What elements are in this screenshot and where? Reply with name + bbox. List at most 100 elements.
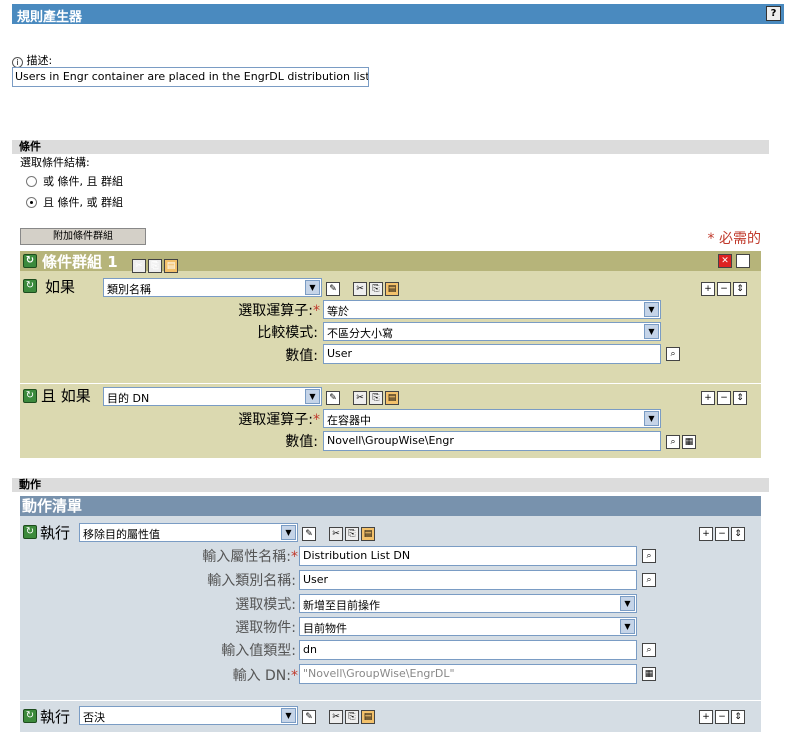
condition-structure-label: 選取條件結構: <box>20 156 90 169</box>
radio-label: 或 條件, 且 群組 <box>43 175 123 188</box>
radio-label: 且 條件, 或 群組 <box>43 196 123 209</box>
remove-icon[interactable]: − <box>715 527 729 541</box>
radio-or-conditions[interactable]: 或 條件, 且 群組 <box>26 173 123 189</box>
dn-input[interactable]: "Novell\GroupWise\EngrDL" <box>299 664 637 684</box>
search-icon[interactable]: ⌕ <box>666 347 680 361</box>
copy-icon[interactable]: ⎘ <box>345 527 359 541</box>
dn-label: 輸入 DN:* <box>232 668 298 684</box>
attribute-name-label: 輸入屬性名稱:* <box>202 549 298 565</box>
class-name-label: 輸入類別名稱: <box>207 573 296 589</box>
cut-icon[interactable]: ✂ <box>329 527 343 541</box>
paste-icon[interactable]: ▤ <box>361 527 375 541</box>
add-icon[interactable]: + <box>701 282 715 296</box>
move-updown-icon[interactable]: ⇕ <box>733 391 747 405</box>
cut-icon[interactable]: ✂ <box>329 710 343 724</box>
search-icon[interactable]: ⌕ <box>642 549 656 563</box>
chevron-down-icon: ▼ <box>644 302 659 317</box>
paste-icon[interactable]: ▤ <box>361 710 375 724</box>
search-icon[interactable]: ⌕ <box>642 643 656 657</box>
refresh-icon[interactable]: ↻ <box>23 279 37 293</box>
chevron-down-icon: ▼ <box>305 389 320 404</box>
chevron-down-icon: ▼ <box>620 596 635 611</box>
page-title: 規則產生器 <box>17 10 83 25</box>
mode-label: 選取模式: <box>235 597 296 613</box>
value-type-input[interactable]: dn <box>299 640 637 660</box>
cut-icon[interactable]: ✂ <box>353 391 367 405</box>
value-label: 數值: <box>285 434 318 450</box>
add-icon[interactable]: + <box>699 710 713 724</box>
radio-button-selected[interactable] <box>26 197 37 208</box>
value-label: 數值: <box>285 348 318 364</box>
action-keyword: 執行 <box>40 708 71 726</box>
compare-mode-label: 比較模式: <box>257 325 318 341</box>
cut-icon[interactable]: ✂ <box>353 282 367 296</box>
divider <box>20 700 761 701</box>
refresh-icon[interactable]: ↻ <box>23 709 37 723</box>
value-input[interactable]: Novell\GroupWise\Engr <box>323 431 661 451</box>
append-condition-group-button[interactable]: 附加條件群組 <box>20 228 146 245</box>
action-selector[interactable]: 移除目的屬性值 ▼ <box>79 523 298 542</box>
class-name-input[interactable]: User <box>299 570 637 590</box>
cut-icon[interactable]: ✂ <box>132 259 146 273</box>
action-selector[interactable]: 否決 ▼ <box>79 706 298 725</box>
chevron-down-icon: ▼ <box>644 411 659 426</box>
move-updown-icon[interactable]: ⇕ <box>736 254 750 268</box>
refresh-icon[interactable]: ↻ <box>23 525 37 539</box>
add-icon[interactable]: + <box>701 391 715 405</box>
paste-icon[interactable]: ▤ <box>164 259 178 273</box>
remove-icon[interactable]: − <box>717 391 731 405</box>
move-updown-icon[interactable]: ⇕ <box>731 710 745 724</box>
edit-icon[interactable]: ✎ <box>302 527 316 541</box>
action-keyword: 執行 <box>40 524 71 542</box>
paste-icon[interactable]: ▤ <box>385 282 399 296</box>
operator-select[interactable]: 在容器中 ▼ <box>323 409 661 428</box>
copy-icon[interactable]: ⎘ <box>369 282 383 296</box>
chevron-down-icon: ▼ <box>644 324 659 339</box>
title-bar: 規則產生器 ? <box>12 4 784 25</box>
attribute-name-input[interactable]: Distribution List DN <box>299 546 637 566</box>
radio-button[interactable] <box>26 176 37 187</box>
required-note: * 必需的 <box>707 231 761 247</box>
condition-selector[interactable]: 目的 DN ▼ <box>103 387 322 406</box>
help-button[interactable]: ? <box>766 6 781 21</box>
copy-icon[interactable]: ⎘ <box>148 259 162 273</box>
description-label-row: i 描述: <box>12 52 52 68</box>
chevron-down-icon: ▼ <box>305 280 320 295</box>
chevron-down-icon: ▼ <box>620 619 635 634</box>
condition-group-header: ↻ 條件群組 1 ✂ ⎘ ▤ ✕ ⇕ <box>20 251 761 273</box>
radio-and-conditions[interactable]: 且 條件, 或 群組 <box>26 194 123 210</box>
edit-icon[interactable]: ✎ <box>326 391 340 405</box>
move-updown-icon[interactable]: ⇕ <box>731 527 745 541</box>
edit-icon[interactable]: ✎ <box>326 282 340 296</box>
description-input[interactable]: Users in Engr container are placed in th… <box>12 67 369 87</box>
object-select[interactable]: 目前物件 ▼ <box>299 617 637 636</box>
operator-select[interactable]: 等於 ▼ <box>323 300 661 319</box>
actions-section-bar: 動作 <box>12 478 769 492</box>
operator-label: 選取運算子:* <box>238 303 320 319</box>
edit-icon[interactable]: ✎ <box>302 710 316 724</box>
refresh-icon[interactable]: ↻ <box>23 389 37 403</box>
value-input[interactable]: User <box>323 344 661 364</box>
search-icon[interactable]: ⌕ <box>642 573 656 587</box>
editor-icon[interactable]: ▦ <box>642 667 656 681</box>
browse-icon[interactable]: ▦ <box>682 435 696 449</box>
chevron-down-icon: ▼ <box>281 525 296 540</box>
refresh-icon[interactable]: ↻ <box>23 254 37 268</box>
condition-selector[interactable]: 類別名稱 ▼ <box>103 278 322 297</box>
move-updown-icon[interactable]: ⇕ <box>733 282 747 296</box>
object-label: 選取物件: <box>235 620 296 636</box>
remove-icon[interactable]: − <box>717 282 731 296</box>
chevron-down-icon: ▼ <box>281 708 296 723</box>
divider <box>20 383 761 384</box>
copy-icon[interactable]: ⎘ <box>369 391 383 405</box>
add-icon[interactable]: + <box>699 527 713 541</box>
compare-mode-select[interactable]: 不區分大小寫 ▼ <box>323 322 661 341</box>
copy-icon[interactable]: ⎘ <box>345 710 359 724</box>
delete-icon[interactable]: ✕ <box>718 254 732 268</box>
mode-select[interactable]: 新增至目前操作 ▼ <box>299 594 637 613</box>
operator-label: 選取運算子:* <box>238 412 320 428</box>
remove-icon[interactable]: − <box>715 710 729 724</box>
search-icon[interactable]: ⌕ <box>666 435 680 449</box>
value-type-label: 輸入值類型: <box>221 643 296 659</box>
paste-icon[interactable]: ▤ <box>385 391 399 405</box>
